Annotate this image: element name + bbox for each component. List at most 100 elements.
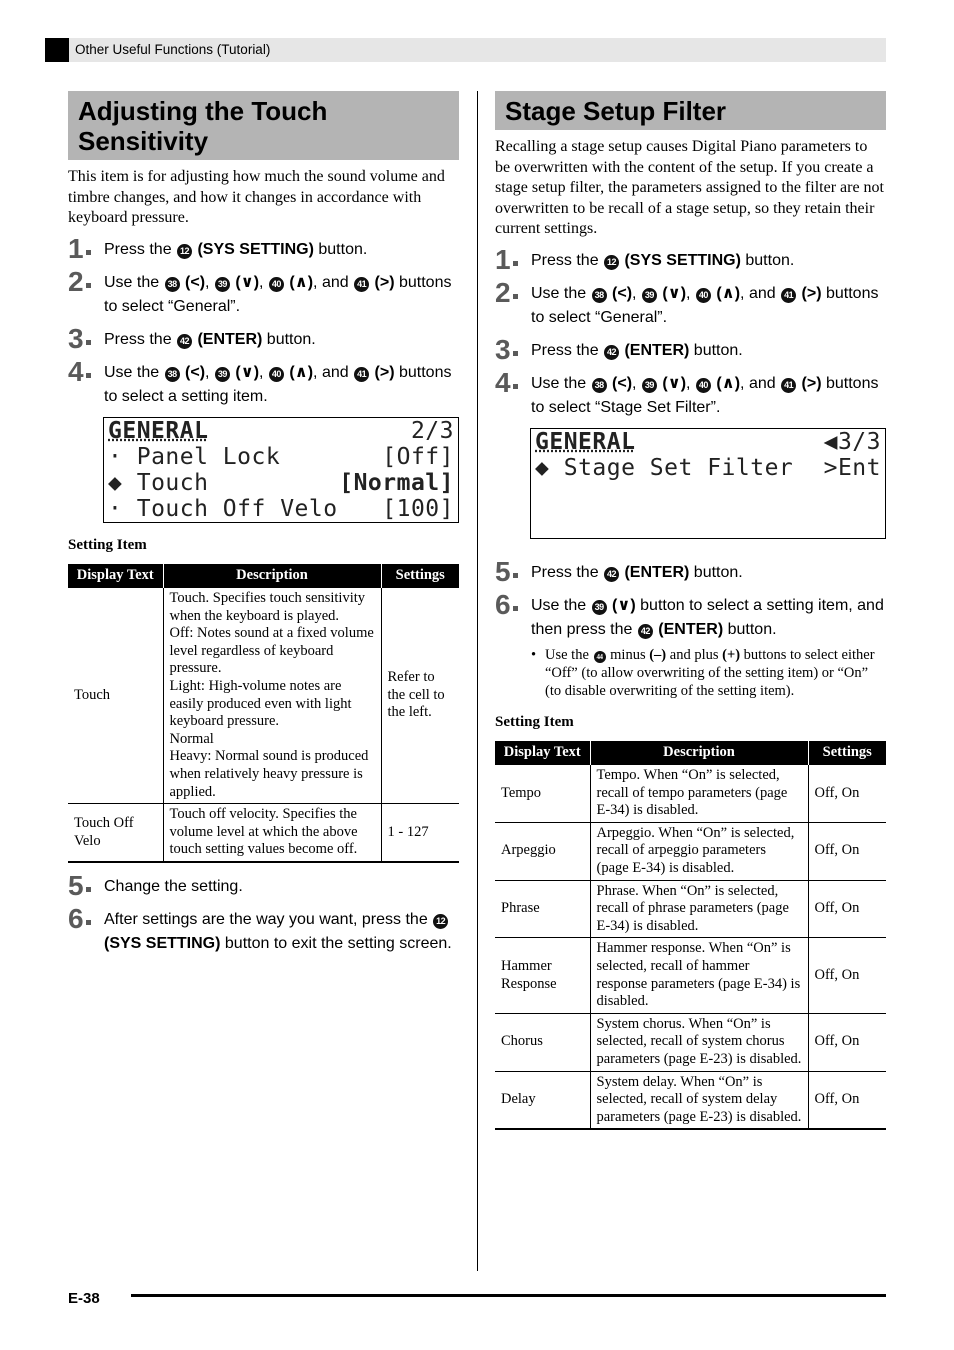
column-header: Settings [807, 740, 886, 765]
button-name: (SYS SETTING) [620, 251, 741, 269]
column-header: Display Text [495, 740, 590, 765]
step-number: 2 [68, 265, 91, 299]
description-cell: Tempo. When “On” is selected, recall of … [589, 764, 808, 823]
down-arrow-icon: (∨) [235, 363, 260, 381]
step-text: , and [740, 374, 781, 392]
display-text-cell: Touch Off Velo [68, 803, 163, 864]
lcd-label: Panel Lock [136, 443, 281, 470]
button-number-icon: 42 [604, 344, 620, 360]
step: 2 Use the 38 (<), 39 (∨), 40 (∧), and 41… [68, 265, 452, 315]
display-text-cell: Chorus [495, 1012, 590, 1072]
table-label: Setting Item [495, 713, 574, 730]
intro-paragraph: This item is for adjusting how much the … [68, 168, 445, 226]
step-number: 2 [495, 276, 518, 310]
table-row: Tempo Tempo. When “On” is selected, reca… [495, 764, 886, 823]
button-number-icon: 40 [695, 377, 711, 393]
column-header: Description [589, 740, 808, 765]
step-text: After settings are the way you want, pre… [104, 911, 433, 928]
section-header-text: Other Useful Functions (Tutorial) [75, 42, 271, 57]
step: 3 Press the 42 (ENTER) button. [495, 334, 886, 365]
intro-paragraph: Recalling a stage setup causes Digital P… [495, 138, 884, 237]
step-text: button. [723, 620, 777, 638]
step: 1 Press the 12 (SYS SETTING) button. [68, 233, 459, 264]
column-header: Description [162, 563, 381, 588]
up-arrow-icon: (∧) [289, 273, 314, 291]
step-number: 1 [495, 243, 518, 277]
step: 6 After settings are the way you want, p… [68, 903, 459, 956]
table-row: Touch Off Velo Touch off velocity. Speci… [68, 803, 459, 864]
settings-cell: Off, On [807, 1070, 886, 1131]
lcd-label: Touch Off Velo [136, 495, 338, 522]
settings-cell: Refer to the cell to the left. [380, 587, 459, 804]
step-text: Press the [531, 563, 604, 581]
button-number-icon: 39 [641, 287, 657, 303]
step: 4 Use the 38 (<), 39 (∨), 40 (∧), and 41… [495, 366, 879, 416]
note-text: minus [606, 646, 650, 663]
step: 5 Change the setting. [68, 870, 459, 901]
description-cell: System delay. When “On” is selected, rec… [589, 1070, 808, 1131]
settings-cell: Off, On [807, 1012, 886, 1072]
lcd-display: GENERAL 2/3 · Panel Lock [Off] ◆ Touch [… [103, 416, 459, 523]
left-arrow-icon: (<) [612, 374, 633, 392]
section-header: Other Useful Functions (Tutorial) [45, 38, 886, 62]
button-number-icon: 40 [695, 287, 711, 303]
setting-item-table: Display Text Description Settings Touch … [68, 563, 459, 864]
table-header-row: Display Text Description Settings [68, 563, 459, 588]
table-label: Setting Item [68, 536, 147, 553]
lcd-display: GENERAL ◀3/3 ◆ Stage Set Filter >Ent [530, 427, 886, 539]
lcd-value: [Off] [382, 443, 454, 470]
step-text: Use the [104, 273, 164, 291]
lcd-header-row: GENERAL ◀3/3 [531, 429, 885, 455]
step-number: 6 [495, 588, 518, 622]
bullet-note: Use the 44 minus (–) and plus (+) button… [495, 646, 886, 700]
display-text-cell: Tempo [495, 764, 590, 823]
lcd-marker: · [108, 443, 123, 470]
step-number: 1 [68, 232, 91, 266]
display-text-cell: Hammer Response [495, 937, 590, 1014]
lcd-row-selected: ◆ Stage Set Filter >Ent [531, 455, 885, 481]
lcd-marker: · [108, 495, 123, 522]
right-arrow-icon: (>) [374, 273, 395, 291]
section-title: Adjusting the Touch Sensitivity [68, 91, 459, 160]
button-name: (ENTER) [653, 620, 724, 638]
step-text: button to exit the setting screen. [220, 935, 452, 952]
step-text: button. [689, 563, 743, 581]
step-text: , and [313, 273, 354, 291]
step-number: 5 [495, 555, 518, 589]
step-text: Press the [531, 341, 604, 359]
table-header-row: Display Text Description Settings [495, 740, 886, 765]
button-number-icon: 41 [354, 366, 370, 382]
settings-cell: Off, On [807, 879, 886, 938]
description-cell: System chorus. When “On” is selected, re… [589, 1012, 808, 1072]
step-text: button. [689, 341, 743, 359]
button-number-icon: 41 [354, 276, 370, 292]
table-row: Arpeggio Arpeggio. When “On” is selected… [495, 821, 886, 881]
lcd-value: >Ent [823, 454, 881, 481]
column-header: Display Text [68, 563, 163, 588]
button-number-icon: 38 [591, 377, 607, 393]
lcd-row: · Touch Off Velo [100] [104, 496, 458, 522]
button-number-icon: 38 [591, 287, 607, 303]
stage-setup-filter-section: Stage Setup Filter Recalling a stage set… [495, 91, 886, 1131]
step-text: button. [740, 251, 795, 269]
step-text: button. [262, 330, 316, 348]
column-divider [477, 91, 478, 1271]
step-number: 6 [68, 902, 91, 936]
step-text: , and [313, 363, 354, 381]
button-number-icon: 40 [268, 276, 284, 292]
step: 3 Press the 42 (ENTER) button. [68, 323, 459, 354]
button-name: (ENTER) [620, 341, 690, 359]
step-number: 4 [495, 366, 518, 400]
button-number-icon: 39 [641, 377, 657, 393]
lcd-header: GENERAL [535, 428, 636, 455]
button-number-icon: 12 [177, 243, 193, 259]
note-text: and plus [666, 646, 723, 663]
column-header: Settings [380, 563, 459, 588]
up-arrow-icon: (∧) [716, 284, 741, 302]
button-number-icon: 39 [214, 276, 230, 292]
table-row: Touch Touch. Specifies touch sensitivity… [68, 587, 459, 804]
step-text: button. [313, 240, 368, 258]
lcd-row: · Panel Lock [Off] [104, 444, 458, 470]
step-number: 5 [68, 869, 91, 903]
setting-item-table: Display Text Description Settings Tempo … [495, 740, 886, 1131]
